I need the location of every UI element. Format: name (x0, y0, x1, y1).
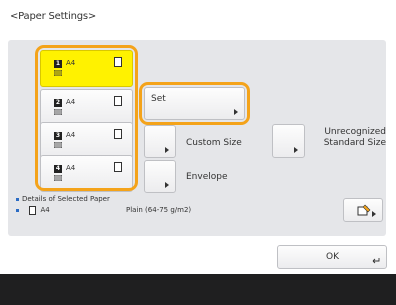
paper-icon (114, 96, 122, 106)
unrecognized-size-button[interactable] (272, 124, 305, 158)
paper-icon (114, 57, 122, 67)
paper-size-label: A4 (66, 164, 76, 172)
tray-icon (54, 70, 62, 76)
set-button-label: Set (151, 94, 166, 104)
tray-icon (54, 175, 62, 181)
arrow-right-icon (372, 211, 376, 217)
drawer-2-button[interactable]: 2 A4 (40, 89, 133, 126)
enter-icon (372, 258, 380, 264)
page-title: <Paper Settings> (10, 11, 97, 22)
paper-size-label: A4 (66, 131, 76, 139)
arrow-right-icon (165, 147, 169, 153)
envelope-label: Envelope (186, 172, 228, 182)
paper-icon (29, 206, 37, 215)
ok-button[interactable]: OK (277, 245, 387, 269)
tray-icon (54, 109, 62, 115)
paper-icon (114, 129, 122, 139)
details-row: A4 Plain (64-75 g/m2) (16, 206, 191, 215)
bullet-icon (16, 208, 19, 212)
status-bar (0, 274, 396, 305)
paper-size-label: A4 (66, 98, 76, 106)
unrecognized-size-label: Unrecognized Standard Size (323, 127, 386, 148)
paper-edit-icon (357, 204, 371, 216)
ok-button-label: OK (326, 252, 339, 262)
paper-settings-icon-button[interactable] (343, 198, 383, 222)
bullet-icon (16, 197, 19, 201)
set-button[interactable]: Set (144, 87, 245, 120)
drawer-1-button[interactable]: 1 A4 (40, 50, 133, 87)
paper-size-label: A4 (66, 59, 76, 67)
drawer-number-badge: 1 (54, 60, 62, 68)
arrow-right-icon (294, 147, 298, 153)
paper-icon (114, 162, 122, 172)
drawer-number-badge: 2 (54, 99, 62, 107)
details-label: Details of Selected Paper (16, 195, 110, 203)
details-paper-size: A4 (40, 206, 50, 214)
details-label-text: Details of Selected Paper (22, 195, 110, 203)
drawer-4-button[interactable]: 4 A4 (40, 155, 133, 192)
drawer-number-badge: 3 (54, 132, 62, 140)
tray-icon (54, 142, 62, 148)
arrow-right-icon (165, 182, 169, 188)
details-paper-type: Plain (64-75 g/m2) (126, 206, 192, 214)
custom-size-button[interactable] (144, 125, 176, 158)
drawer-3-button[interactable]: 3 A4 (40, 122, 133, 159)
drawer-number-badge: 4 (54, 165, 62, 173)
arrow-right-icon (234, 109, 238, 115)
custom-size-label: Custom Size (186, 138, 242, 148)
envelope-button[interactable] (144, 160, 176, 193)
